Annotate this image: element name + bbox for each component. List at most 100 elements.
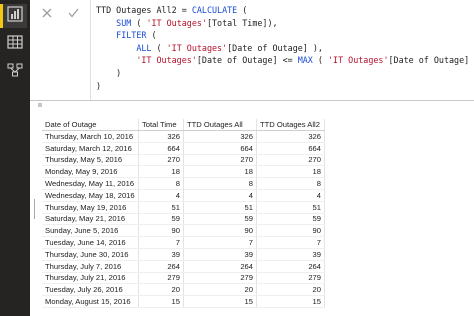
formula-token: ) — [96, 67, 122, 78]
table-row[interactable]: Wednesday, May 11, 2016 8 8 8 — [42, 177, 325, 190]
data-view-button[interactable] — [3, 32, 27, 56]
formula-line: ) — [96, 67, 470, 80]
formula-bar: TTD Outages All2 = CALCULATE ( SUM ( 'IT… — [30, 0, 474, 101]
close-icon — [42, 3, 52, 22]
table-cell: Tuesday, July 26, 2016 — [42, 283, 139, 297]
table-cell: Wednesday, May 11, 2016 — [42, 177, 139, 190]
table-row[interactable]: Sunday, June 5, 2016 90 90 90 — [42, 224, 325, 238]
formula-token: ( — [146, 30, 157, 41]
table-row[interactable]: Saturday, May 21, 2016 59 59 59 — [42, 213, 325, 226]
formula-token: ( — [312, 55, 328, 66]
table-cell: 15 — [138, 295, 184, 308]
table-cell: 90 — [183, 224, 257, 238]
cancel-formula-button[interactable] — [34, 2, 60, 22]
table-cell: 20 — [138, 283, 184, 297]
relationships-icon — [7, 62, 23, 82]
table-cell: Thursday, March 10, 2016 — [42, 130, 139, 143]
table-cell: 18 — [183, 165, 257, 179]
table-cell: Thursday, June 30, 2016 — [42, 248, 139, 261]
view-switcher-rail — [0, 0, 30, 316]
table-cell: Sunday, June 5, 2016 — [42, 224, 139, 238]
table-cell: 90 — [138, 224, 184, 238]
table-cell: 18 — [256, 165, 325, 179]
column-header-ttd-outages-all[interactable]: TTD Outages All — [183, 119, 257, 131]
table-row[interactable]: Wednesday, May 18, 2016 4 4 4 — [42, 189, 325, 202]
table-cell: 4 — [138, 189, 184, 202]
table-row[interactable]: Thursday, July 21, 2016 279 279 279 — [42, 272, 325, 285]
column-header-date-of-outage[interactable]: Date of Outage — [42, 119, 139, 131]
table-cell: Saturday, May 21, 2016 — [42, 213, 139, 226]
checkmark-icon — [68, 3, 79, 22]
formula-token: 'IT Outages' — [136, 55, 197, 66]
table-cell: 7 — [256, 236, 325, 249]
grid-side-marker — [34, 199, 38, 219]
table-cell: 664 — [138, 142, 184, 155]
table-row[interactable]: Saturday, March 12, 2016 664 664 664 — [42, 142, 325, 155]
table-row[interactable]: Tuesday, July 26, 2016 20 20 20 — [42, 283, 325, 297]
table-cell: 664 — [256, 142, 325, 155]
table-cell: 39 — [256, 248, 325, 261]
table-row[interactable]: Monday, August 15, 2016 15 15 15 — [42, 295, 325, 308]
table-cell: 270 — [183, 154, 257, 167]
formula-token: TTD Outages All2 = — [96, 5, 192, 15]
table-row[interactable]: Thursday, March 10, 2016 326 326 326 — [42, 130, 325, 143]
table-cell: 279 — [138, 272, 184, 285]
table-row[interactable]: Thursday, May 19, 2016 51 51 51 — [42, 201, 325, 214]
table-cell: Thursday, May 19, 2016 — [42, 201, 139, 214]
formula-line: 'IT Outages'[Date of Outage] <= MAX ( 'I… — [96, 54, 470, 67]
formula-token: 'IT Outages' — [146, 17, 207, 28]
table-cell: 7 — [183, 236, 257, 249]
table-cell: 264 — [183, 260, 257, 273]
table-cell: 15 — [256, 295, 325, 308]
table-row[interactable]: Thursday, June 30, 2016 39 39 39 — [42, 248, 325, 261]
formula-token: FILTER — [116, 30, 147, 41]
table-cell: 664 — [183, 142, 257, 155]
table-cell: 8 — [256, 177, 325, 190]
table-cell: 7 — [138, 236, 184, 249]
formula-line: TTD Outages All2 = CALCULATE ( — [96, 4, 470, 17]
table-cell: 15 — [183, 295, 257, 308]
table-cell: 326 — [138, 130, 184, 143]
table-cell: Saturday, March 12, 2016 — [42, 142, 139, 155]
model-view-button[interactable] — [3, 60, 27, 84]
formula-token: ALL — [136, 42, 152, 53]
formula-token: 'IT Outages' — [166, 42, 228, 53]
formula-token: [Date of Outage] <= — [196, 55, 298, 66]
formula-token — [96, 18, 116, 28]
table-cell: 39 — [183, 248, 257, 261]
report-view-button[interactable] — [3, 4, 27, 28]
table-cell: Thursday, May 5, 2016 — [42, 154, 139, 167]
table-cell: 20 — [183, 283, 257, 297]
table-cell: 264 — [138, 260, 184, 273]
column-header-total-time[interactable]: Total Time — [138, 119, 184, 131]
formula-token — [96, 43, 136, 53]
commit-formula-button[interactable] — [60, 2, 86, 22]
table-row[interactable]: Thursday, May 5, 2016 270 270 270 — [42, 154, 325, 167]
table-cell: 59 — [138, 213, 184, 226]
formula-token: CALCULATE — [191, 5, 238, 15]
formula-token: MAX — [297, 55, 313, 66]
formula-line: ) — [96, 80, 470, 93]
table-cell: 264 — [256, 260, 325, 273]
table-cell: Thursday, July 7, 2016 — [42, 260, 139, 273]
table-cell: 18 — [138, 165, 184, 179]
table-cell: 90 — [256, 224, 325, 238]
table-cell: Thursday, July 21, 2016 — [42, 272, 139, 285]
table-cell: 4 — [183, 189, 257, 202]
table-row[interactable]: Thursday, July 7, 2016 264 264 264 — [42, 260, 325, 273]
formula-line: FILTER ( — [96, 29, 470, 42]
table-cell: 20 — [256, 283, 325, 297]
dax-formula-editor[interactable]: TTD Outages All2 = CALCULATE ( SUM ( 'IT… — [96, 4, 470, 92]
data-table: Date of Outage Total Time TTD Outages Al… — [42, 119, 325, 308]
table-row[interactable]: Tuesday, June 14, 2016 7 7 7 — [42, 236, 325, 249]
column-header-ttd-outages-all2[interactable]: TTD Outages All2 — [256, 119, 325, 131]
table-cell: Monday, August 15, 2016 — [42, 295, 139, 308]
table-cell: 51 — [138, 201, 184, 214]
formula-token: ( — [151, 42, 167, 53]
formula-token: SUM — [116, 17, 132, 28]
grid-corner — [38, 103, 42, 107]
bar-chart-icon — [7, 6, 23, 26]
table-cell: 39 — [138, 248, 184, 261]
table-row[interactable]: Monday, May 9, 2016 18 18 18 — [42, 165, 325, 179]
data-view-grid: Date of Outage Total Time TTD Outages Al… — [30, 101, 474, 316]
